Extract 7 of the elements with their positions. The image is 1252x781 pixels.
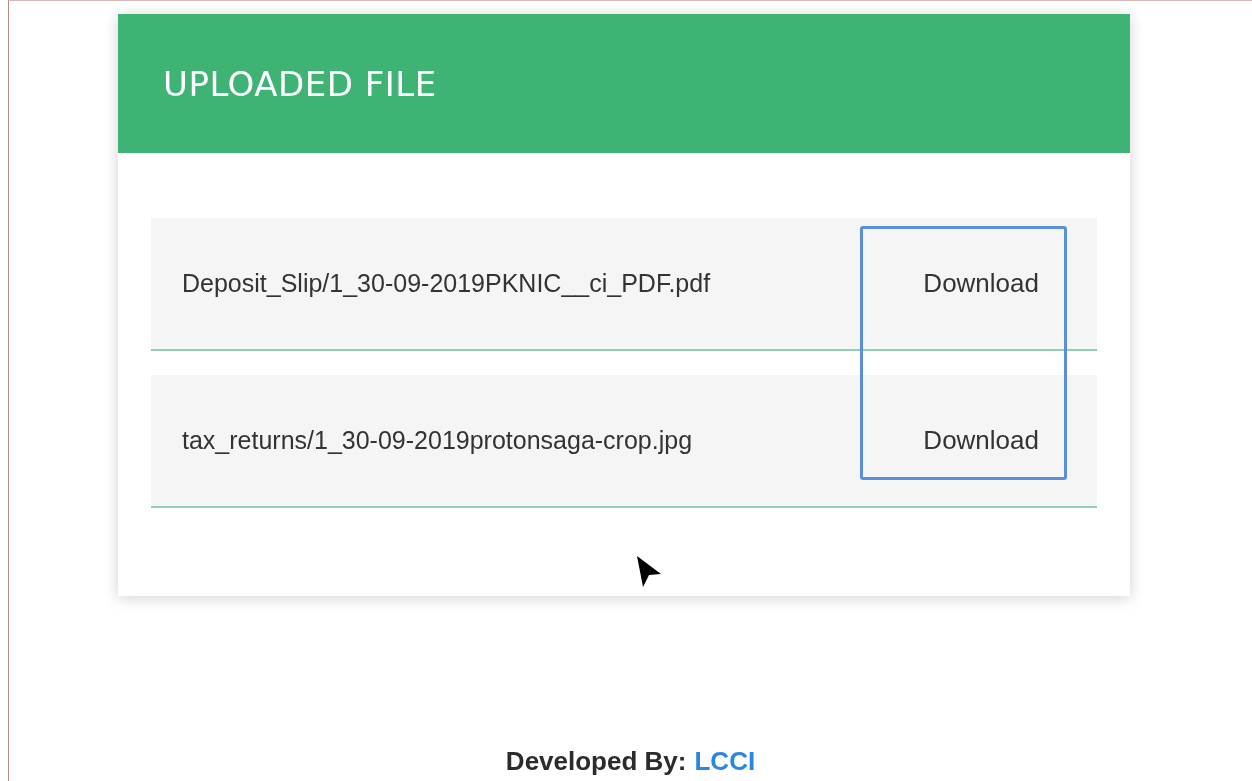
card-title: UPLOADED FILE xyxy=(163,63,437,104)
footer-label: Developed By: xyxy=(505,746,687,777)
file-name: tax_returns/1_30-09-2019protonsaga-crop.jpg xyxy=(182,426,693,455)
download-link[interactable]: Download xyxy=(923,425,1039,456)
file-name: Deposit_Slip/1_30-09-2019PKNIC__ci_PDF.pdf xyxy=(182,269,711,298)
download-link[interactable]: Download xyxy=(923,268,1039,299)
footer-link[interactable]: LCCI xyxy=(694,746,756,777)
